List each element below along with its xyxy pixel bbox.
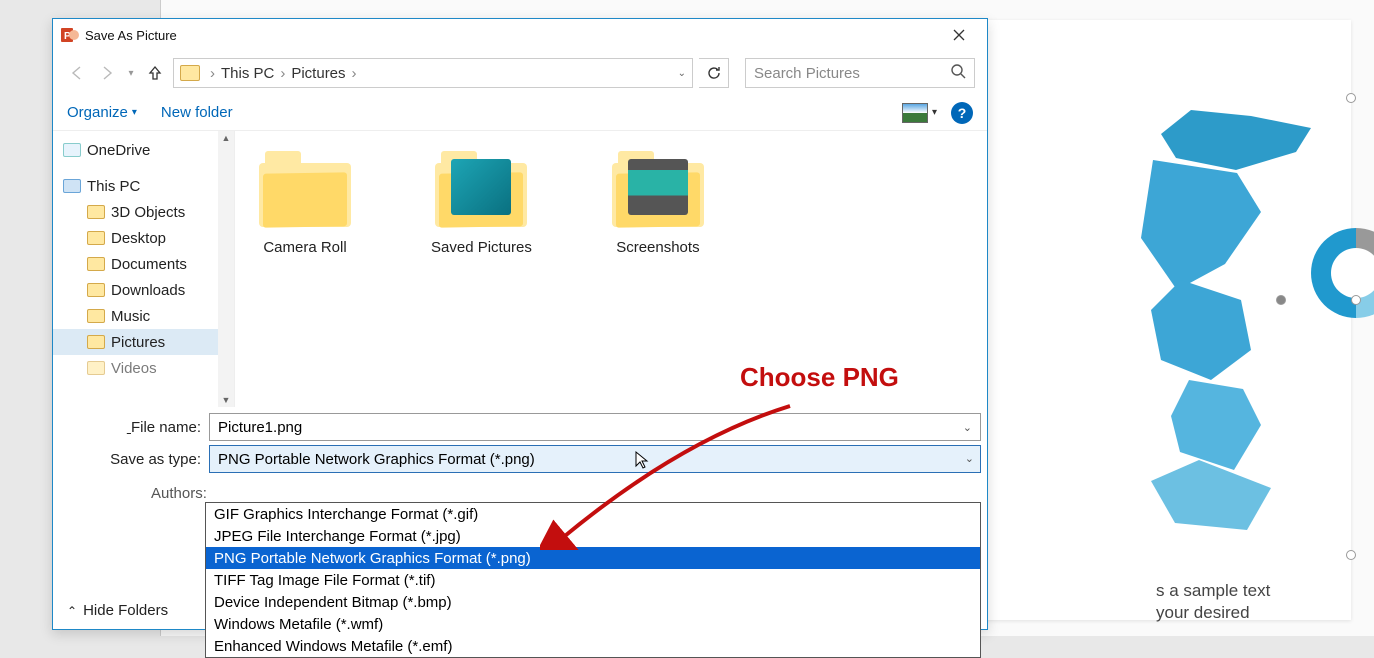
selection-handle[interactable]	[1346, 550, 1356, 560]
back-button[interactable]	[65, 61, 89, 85]
address-bar[interactable]: › This PC › Pictures › ⌄	[173, 58, 693, 88]
titlebar: P Save As Picture	[53, 19, 987, 51]
selection-handle[interactable]	[1346, 93, 1356, 103]
chevron-up-icon: ⌃	[67, 604, 77, 618]
search-icon	[950, 63, 966, 83]
selection-handle[interactable]	[1276, 295, 1286, 305]
annotation-text: Choose PNG	[740, 362, 899, 393]
recent-dropdown[interactable]: ▾	[125, 61, 137, 85]
chevron-right-icon[interactable]: ›	[206, 65, 219, 82]
breadcrumb-root[interactable]: This PC	[221, 65, 274, 82]
tree-desktop[interactable]: Desktop	[53, 225, 234, 251]
organize-button[interactable]: Organize▾	[67, 104, 137, 121]
folder-screenshots[interactable]: Screenshots	[612, 151, 704, 256]
help-button[interactable]: ?	[951, 102, 973, 124]
authors-label: Authors:	[53, 485, 987, 502]
filetype-option-tiff[interactable]: TIFF Tag Image File Format (*.tif)	[206, 569, 980, 591]
scroll-down-icon[interactable]: ▼	[222, 395, 231, 405]
filetype-dropdown: GIF Graphics Interchange Format (*.gif) …	[205, 502, 981, 658]
chevron-down-icon: ⌄	[965, 452, 974, 465]
folder-icon	[87, 257, 105, 271]
chevron-down-icon[interactable]: ⌄	[963, 421, 972, 434]
filetype-option-png[interactable]: PNG Portable Network Graphics Format (*.…	[206, 547, 980, 569]
chevron-right-icon[interactable]: ›	[348, 65, 361, 82]
search-placeholder: Search Pictures	[754, 65, 860, 82]
tree-onedrive[interactable]: OneDrive	[53, 137, 234, 163]
selection-handle[interactable]	[1351, 295, 1361, 305]
filetype-option-jpeg[interactable]: JPEG File Interchange Format (*.jpg)	[206, 525, 980, 547]
folder-icon	[87, 309, 105, 323]
up-button[interactable]	[143, 61, 167, 85]
folder-cameraroll[interactable]: Camera Roll	[259, 151, 351, 256]
view-icon	[902, 103, 928, 123]
filetype-option-bmp[interactable]: Device Independent Bitmap (*.bmp)	[206, 591, 980, 613]
cloud-icon	[63, 143, 81, 157]
tree-documents[interactable]: Documents	[53, 251, 234, 277]
folder-tree: OneDrive This PC 3D Objects Desktop Docu…	[53, 131, 235, 407]
chevron-right-icon[interactable]: ›	[276, 65, 289, 82]
folder-icon	[87, 205, 105, 219]
view-button[interactable]: ▾	[902, 103, 937, 123]
filename-input[interactable]: Picture1.png ⌄	[209, 413, 981, 441]
computer-icon	[63, 179, 81, 193]
tree-pictures[interactable]: Pictures	[53, 329, 234, 355]
world-map-graphic	[1141, 110, 1331, 510]
filetype-option-wmf[interactable]: Windows Metafile (*.wmf)	[206, 613, 980, 635]
tree-scrollbar[interactable]: ▲▼	[218, 131, 234, 407]
filename-label: File name:	[59, 419, 209, 436]
address-dropdown[interactable]: ⌄	[678, 68, 686, 79]
cursor-icon	[634, 450, 650, 474]
filetype-label: Save as type:	[59, 451, 209, 468]
breadcrumb-folder[interactable]: Pictures	[291, 65, 345, 82]
folder-icon	[180, 65, 200, 81]
slide-text: s a sample textyour desired	[1156, 580, 1270, 624]
folder-icon	[87, 361, 105, 375]
filetype-combobox[interactable]: PNG Portable Network Graphics Format (*.…	[209, 445, 981, 473]
navigation-bar: ▾ › This PC › Pictures › ⌄ Search Pictur…	[53, 51, 987, 95]
scroll-up-icon[interactable]: ▲	[222, 133, 231, 143]
save-form: File name: Picture1.png ⌄ Save as type: …	[53, 407, 987, 479]
close-button[interactable]	[939, 19, 979, 51]
folder-icon	[87, 283, 105, 297]
save-as-dialog: P Save As Picture ▾ › This PC › Pictures…	[52, 18, 988, 630]
tree-downloads[interactable]: Downloads	[53, 277, 234, 303]
tree-music[interactable]: Music	[53, 303, 234, 329]
filetype-option-gif[interactable]: GIF Graphics Interchange Format (*.gif)	[206, 503, 980, 525]
toolbar: Organize▾ New folder ▾ ?	[53, 95, 987, 131]
folder-icon	[87, 335, 105, 349]
refresh-button[interactable]	[699, 58, 729, 88]
tree-thispc[interactable]: This PC	[53, 173, 234, 199]
hide-folders-button[interactable]: ⌃ Hide Folders	[67, 602, 168, 619]
new-folder-button[interactable]: New folder	[161, 104, 233, 121]
tree-3dobjects[interactable]: 3D Objects	[53, 199, 234, 225]
forward-button[interactable]	[95, 61, 119, 85]
folder-icon	[87, 231, 105, 245]
search-box[interactable]: Search Pictures	[745, 58, 975, 88]
dialog-title: Save As Picture	[85, 28, 939, 43]
tree-videos[interactable]: Videos	[53, 355, 234, 381]
powerpoint-icon: P	[61, 26, 79, 44]
folder-savedpictures[interactable]: Saved Pictures	[431, 151, 532, 256]
filetype-option-emf[interactable]: Enhanced Windows Metafile (*.emf)	[206, 635, 980, 657]
